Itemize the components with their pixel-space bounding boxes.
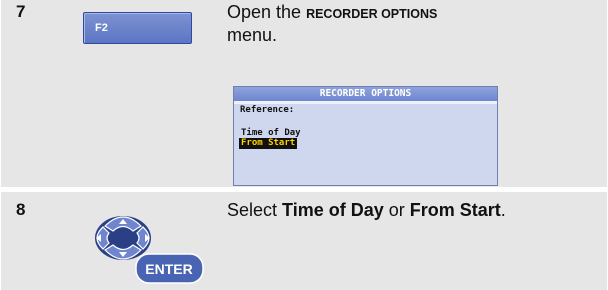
screen-title: RECORDER OPTIONS <box>234 87 497 101</box>
f2-key-button[interactable]: F2 <box>83 12 192 44</box>
step-number: 8 <box>16 200 26 219</box>
menu-name: RECORDER OPTIONS <box>306 7 438 21</box>
instruction-text: Open the <box>227 2 307 22</box>
option-a-text: Time of Day <box>282 200 384 220</box>
arrow-enter-keypad: ENTER <box>95 216 204 284</box>
instruction-text-end: . <box>500 200 506 220</box>
f2-key-label: F2 <box>95 22 108 34</box>
recorder-options-screen: RECORDER OPTIONS Reference: Time of Day … <box>233 86 498 186</box>
instruction-text-end: menu. <box>227 25 278 45</box>
instruction-text-or: or <box>383 200 410 220</box>
reference-label: Reference: <box>240 105 295 115</box>
step-7-row: 7 F2 Open the RECORDER OPTIONS menu. REC… <box>1 0 607 187</box>
option-b-text: From Start <box>409 200 501 220</box>
step-8-instruction: Select Time of Day or From Start. <box>227 200 567 221</box>
screen-divider <box>234 101 497 104</box>
option-from-start-selected[interactable]: From Start <box>239 138 298 149</box>
enter-button-label: ENTER <box>145 261 192 277</box>
keypad-center <box>113 232 133 244</box>
step-8-row: 8 ENTER Select Time of Day or From Start… <box>1 192 607 290</box>
option-time-of-day[interactable]: Time of Day <box>241 128 301 138</box>
step-7-instruction: Open the RECORDER OPTIONS menu. <box>227 2 587 46</box>
step-number: 7 <box>16 2 26 21</box>
instruction-text: Select <box>227 200 283 220</box>
